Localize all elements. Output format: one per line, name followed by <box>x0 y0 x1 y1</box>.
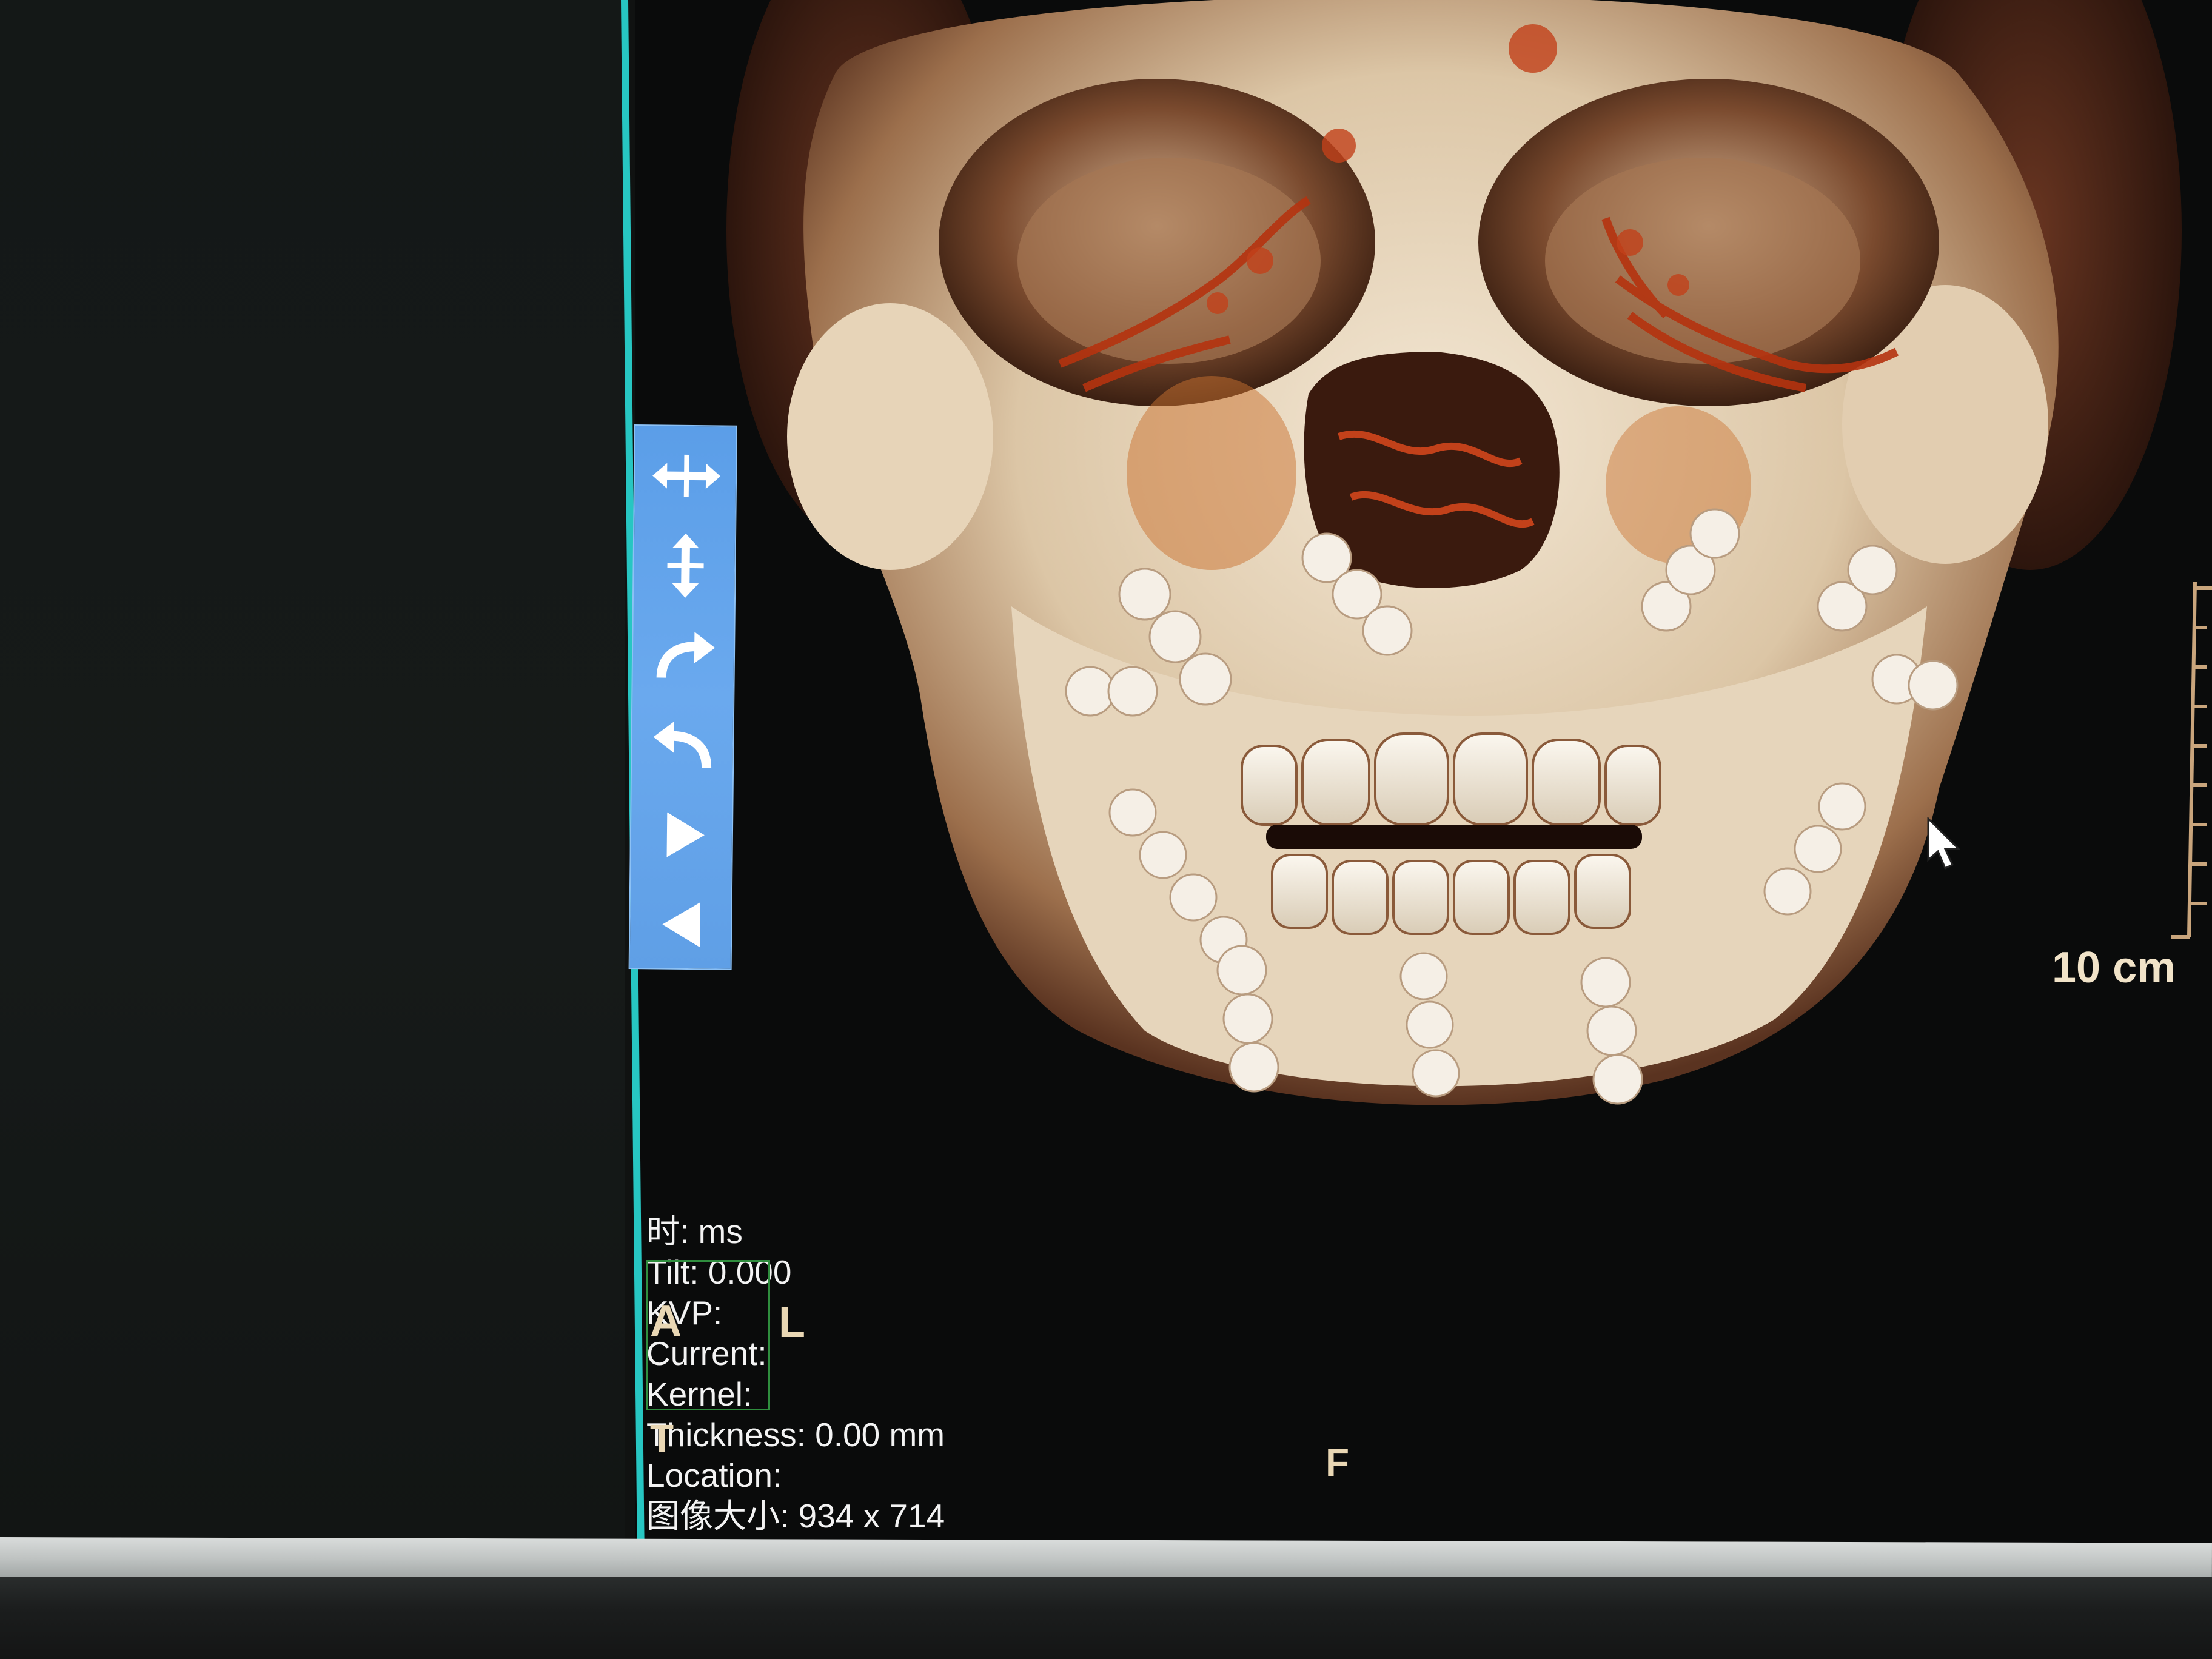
play-backward-button[interactable] <box>630 879 734 970</box>
pan-horizontal-button[interactable] <box>634 431 739 521</box>
monitor-screen: 10 cm 时: ms Tilt: 0.000 KVP: Current: Ke… <box>0 0 2212 1659</box>
pan-vertical-icon <box>667 533 704 598</box>
scale-label: 10 cm <box>2052 943 2176 992</box>
location-label: Location: <box>646 1456 782 1494</box>
pan-vertical-button[interactable] <box>634 520 738 611</box>
rotate-left-button[interactable] <box>632 700 736 791</box>
image-size-label: 图像大小: 934 x 714 <box>646 1497 945 1535</box>
time-label: 时: ms <box>646 1213 743 1250</box>
play-forward-button[interactable] <box>631 789 735 880</box>
play-backward-icon <box>662 902 700 948</box>
play-forward-icon <box>666 812 705 857</box>
mouse-pointer-icon <box>1927 817 1961 870</box>
rotate-left-icon <box>653 721 712 768</box>
rotate-right-button[interactable] <box>632 610 737 701</box>
orientation-a-label: A <box>650 1297 682 1346</box>
orientation-f-label: F <box>1326 1441 1350 1484</box>
monitor-bezel <box>0 1577 2212 1659</box>
rotate-right-icon <box>656 632 716 679</box>
pan-horizontal-icon <box>652 454 721 497</box>
orientation-t-label: T <box>650 1416 674 1460</box>
orientation-l-label: L <box>779 1298 805 1347</box>
thickness-label: Thickness: 0.00 mm <box>646 1416 945 1453</box>
view-toolbar <box>628 424 739 970</box>
scale-bar <box>2171 582 2212 939</box>
left-panel <box>0 0 625 1543</box>
